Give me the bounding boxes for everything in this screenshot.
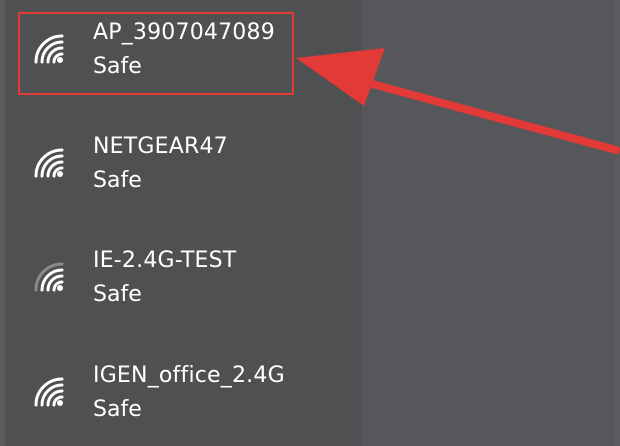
wifi-signal-icon (34, 377, 64, 407)
network-status: Safe (93, 282, 142, 307)
wifi-signal-icon (34, 148, 64, 178)
network-status: Safe (93, 397, 142, 422)
network-name: IE-2.4G-TEST (93, 248, 237, 273)
wifi-signal-icon (34, 262, 64, 292)
network-item[interactable]: NETGEAR47 Safe (22, 118, 342, 208)
network-item[interactable]: IGEN_office_2.4G Safe (22, 347, 342, 437)
highlight-box (18, 12, 294, 95)
network-name: IGEN_office_2.4G (93, 363, 285, 388)
network-name: NETGEAR47 (93, 134, 228, 159)
network-item[interactable]: IE-2.4G-TEST Safe (22, 232, 342, 322)
background-shade (362, 0, 615, 446)
network-status: Safe (93, 168, 142, 193)
